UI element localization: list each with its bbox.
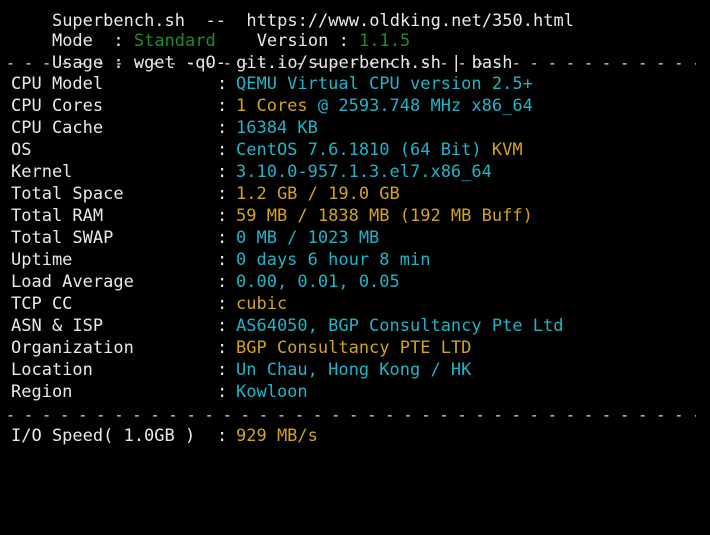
row-value: 3.10.0-957.1.3.el7.x86_64 <box>236 162 492 182</box>
row-location: Location : Un Chau, Hong Kong / HK <box>11 359 701 381</box>
row-load-average: Load Average : 0.00, 0.01, 0.05 <box>11 271 701 293</box>
row-value: BGP Consultancy PTE LTD <box>236 338 472 358</box>
row-label: Uptime <box>11 250 73 270</box>
row-label: Total Space <box>11 184 124 204</box>
row-uptime: Uptime : 0 days 6 hour 8 min <box>11 249 701 271</box>
row-colon: : <box>217 206 228 226</box>
row-value: Un Chau, Hong Kong / HK <box>236 360 472 380</box>
row-colon: : <box>217 426 228 446</box>
row-label: TCP CC <box>11 294 73 314</box>
row-value: 0 days 6 hour 8 min <box>236 250 431 270</box>
row-colon: : <box>217 184 228 204</box>
row-kernel: Kernel : 3.10.0-957.1.3.el7.x86_64 <box>11 161 701 183</box>
row-value: 1.2 GB / 19.0 GB <box>236 184 400 204</box>
row-label: Load Average <box>11 272 134 292</box>
row-value-os: CentOS 7.6.1810 (64 Bit) <box>236 140 482 160</box>
row-value: 16384 KB <box>236 118 318 138</box>
row-colon: : <box>217 294 228 314</box>
row-cpu-model: CPU Model : QEMU Virtual CPU version 2.5… <box>11 73 701 95</box>
row-region: Region : Kowloon <box>11 381 701 403</box>
row-colon: : <box>217 162 228 182</box>
row-colon: : <box>217 360 228 380</box>
row-io-speed: I/O Speed( 1.0GB ) : 929 MB/s <box>11 425 701 447</box>
row-label: CPU Cores <box>11 96 104 116</box>
row-tcp-cc: TCP CC : cubic <box>11 293 701 315</box>
row-colon: : <box>217 272 228 292</box>
row-asn-isp: ASN & ISP : AS64050, BGP Consultancy Pte… <box>11 315 701 337</box>
row-colon: : <box>217 140 228 160</box>
row-colon: : <box>217 250 228 270</box>
row-value-virt: KVM <box>491 140 523 160</box>
row-colon: : <box>217 118 228 138</box>
row-label: CPU Cache <box>11 118 104 138</box>
row-value-freq: @ 2593.748 MHz x86_64 <box>317 96 533 116</box>
row-organization: Organization : BGP Consultancy PTE LTD <box>11 337 701 359</box>
row-os: OS : CentOS 7.6.1810 (64 Bit) KVM <box>11 139 701 161</box>
row-label: CPU Model <box>11 74 104 94</box>
mode-line: Mode : Standard Version : 1.1.5 <box>11 8 410 51</box>
terminal-window: Superbench.sh -- https://www.oldking.net… <box>0 0 710 446</box>
row-colon: : <box>217 316 228 336</box>
row-label: I/O Speed( 1.0GB ) <box>11 426 196 446</box>
row-total-space: Total Space : 1.2 GB / 19.0 GB <box>11 183 701 205</box>
separator-bottom: - - - - - - - - - - - - - - - - - - - - … <box>6 409 696 421</box>
row-label: Location <box>11 360 93 380</box>
row-value: Kowloon <box>236 382 308 402</box>
row-label: Total SWAP <box>11 228 114 248</box>
row-value: 0 MB / 1023 MB <box>236 228 380 248</box>
row-colon: : <box>217 74 228 94</box>
row-colon: : <box>217 228 228 248</box>
row-cpu-cores: CPU Cores : 1 Cores @ 2593.748 MHz x86_6… <box>11 95 701 117</box>
row-label: ASN & ISP <box>11 316 104 336</box>
row-cpu-cache: CPU Cache : 16384 KB <box>11 117 701 139</box>
row-colon: : <box>217 338 228 358</box>
row-value: 0.00, 0.01, 0.05 <box>236 272 400 292</box>
separator-top: - - - - - - - - - - - - - - - - - - - - … <box>6 57 696 69</box>
row-colon: : <box>217 96 228 116</box>
row-value: QEMU Virtual CPU version 2.5+ <box>236 74 533 94</box>
row-label: OS <box>11 140 32 160</box>
row-value-cores: 1 Cores <box>236 96 308 116</box>
row-label: Region <box>11 382 73 402</box>
row-value: 929 MB/s <box>236 426 318 446</box>
row-value: AS64050, BGP Consultancy Pte Ltd <box>236 316 564 336</box>
row-total-swap: Total SWAP : 0 MB / 1023 MB <box>11 227 701 249</box>
usage-line: Usage : wget -qO- git.io/superbench.sh |… <box>11 30 513 73</box>
row-colon: : <box>217 382 228 402</box>
row-value: 59 MB / 1838 MB (192 MB Buff) <box>236 206 533 226</box>
row-label: Total RAM <box>11 206 104 226</box>
row-total-ram: Total RAM : 59 MB / 1838 MB (192 MB Buff… <box>11 205 701 227</box>
row-value: cubic <box>236 294 288 314</box>
row-label: Kernel <box>11 162 73 182</box>
row-label: Organization <box>11 338 134 358</box>
